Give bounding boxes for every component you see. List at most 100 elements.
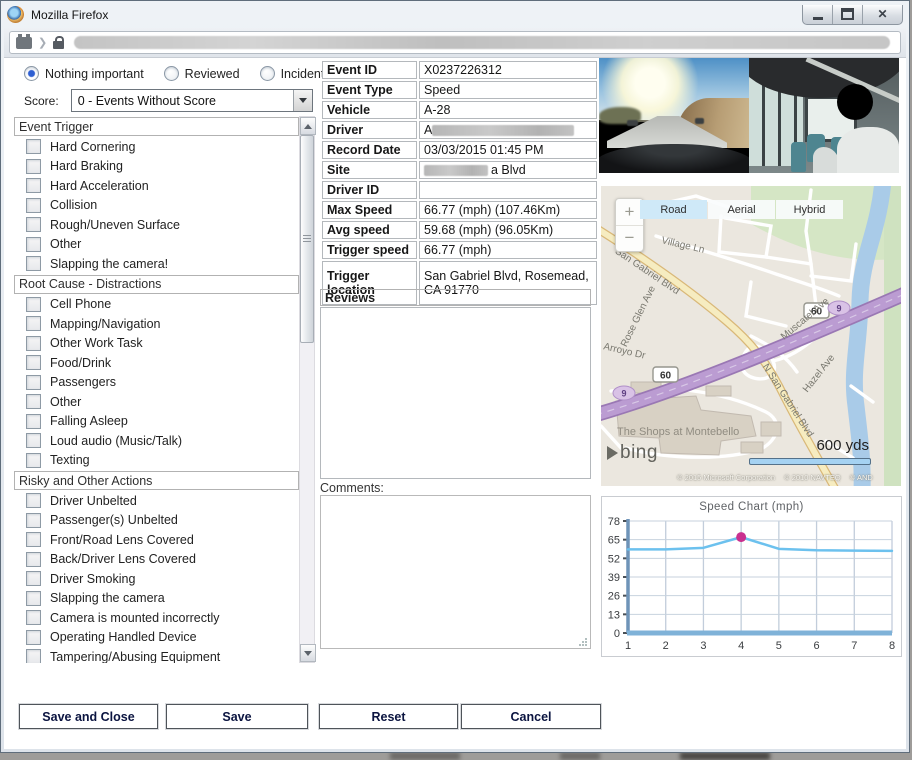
scrollbar-thumb[interactable] xyxy=(300,135,314,343)
check-cell-phone[interactable]: Cell Phone xyxy=(14,295,299,315)
table-row: Driver A xyxy=(322,121,597,139)
checkbox-icon[interactable] xyxy=(26,433,41,448)
checkbox-icon[interactable] xyxy=(26,375,41,390)
checkbox-icon[interactable] xyxy=(26,610,41,625)
check-food-drink[interactable]: Food/Drink xyxy=(14,353,299,373)
check-tampering-equipment[interactable]: Tampering/Abusing Equipment xyxy=(14,647,299,663)
checkbox-icon[interactable] xyxy=(26,237,41,252)
score-dropdown[interactable]: 0 - Events Without Score xyxy=(71,89,313,112)
checkbox-icon[interactable] xyxy=(26,414,41,429)
camera-driver-view[interactable] xyxy=(749,58,899,173)
redacted-text xyxy=(424,165,488,176)
check-back-lens-covered[interactable]: Back/Driver Lens Covered xyxy=(14,550,299,570)
checkbox-icon[interactable] xyxy=(26,256,41,271)
desktop-background xyxy=(680,752,770,760)
checkbox-icon[interactable] xyxy=(26,394,41,409)
check-texting[interactable]: Texting xyxy=(14,451,299,471)
checkbox-icon[interactable] xyxy=(26,571,41,586)
check-passengers-unbelted[interactable]: Passenger(s) Unbelted xyxy=(14,511,299,531)
checkbox-icon[interactable] xyxy=(26,513,41,528)
save-button[interactable]: Save xyxy=(166,704,308,729)
site-name-suffix: a Blvd xyxy=(491,163,526,177)
thumb-grip xyxy=(303,235,311,242)
svg-text:13: 13 xyxy=(608,609,620,621)
svg-text:78: 78 xyxy=(608,516,620,528)
poi-label: The Shops at Montebello xyxy=(617,426,739,438)
arrow-up-icon xyxy=(304,124,312,129)
comments-textarea[interactable] xyxy=(320,495,591,649)
radio-label[interactable]: Nothing important xyxy=(45,67,144,81)
radio-icon[interactable] xyxy=(24,66,39,81)
checkbox-icon[interactable] xyxy=(26,316,41,331)
maximize-button[interactable] xyxy=(833,5,863,24)
bing-map[interactable]: 60 60 9 9 Village Ln San Gabriel Blvd Ro… xyxy=(601,186,901,486)
checkbox-icon[interactable] xyxy=(26,159,41,174)
save-and-close-button[interactable]: Save and Close xyxy=(19,704,158,729)
checkbox-icon[interactable] xyxy=(26,493,41,508)
map-view-hybrid[interactable]: Hybrid xyxy=(776,200,843,219)
speed-chart: 013263952657812345678 xyxy=(602,515,900,655)
checkbox-icon[interactable] xyxy=(26,630,41,645)
map-view-aerial[interactable]: Aerial xyxy=(708,200,775,219)
svg-text:60: 60 xyxy=(660,371,672,382)
bing-logo[interactable]: bing xyxy=(607,442,658,464)
check-front-lens-covered[interactable]: Front/Road Lens Covered xyxy=(14,530,299,550)
url-bar[interactable]: ❯ xyxy=(9,31,901,54)
check-operating-handled-device[interactable]: Operating Handled Device xyxy=(14,628,299,648)
check-slapping-camera[interactable]: Slapping the camera xyxy=(14,589,299,609)
check-other-distraction[interactable]: Other xyxy=(14,392,299,412)
reset-button[interactable]: Reset xyxy=(319,704,458,729)
check-driver-unbelted[interactable]: Driver Unbelted xyxy=(14,491,299,511)
radio-icon[interactable] xyxy=(260,66,275,81)
resize-grip-icon[interactable] xyxy=(579,637,588,646)
check-camera-mounted-incorrectly[interactable]: Camera is mounted incorrectly xyxy=(14,608,299,628)
check-mapping-navigation[interactable]: Mapping/Navigation xyxy=(14,314,299,334)
checkbox-icon[interactable] xyxy=(26,297,41,312)
driver-name-prefix: A xyxy=(424,123,432,137)
checkbox-icon[interactable] xyxy=(26,591,41,606)
close-button[interactable]: ✕ xyxy=(863,5,902,24)
checkbox-icon[interactable] xyxy=(26,552,41,567)
checkbox-icon[interactable] xyxy=(26,217,41,232)
checkbox-icon[interactable] xyxy=(26,355,41,370)
zoom-in-button[interactable]: + xyxy=(616,199,643,226)
radio-incident[interactable]: Incident xyxy=(260,66,325,81)
check-loud-audio[interactable]: Loud audio (Music/Talk) xyxy=(14,431,299,451)
check-driver-smoking[interactable]: Driver Smoking xyxy=(14,569,299,589)
check-collision[interactable]: Collision xyxy=(14,196,299,216)
checklist-scrollbar[interactable] xyxy=(299,116,315,663)
zoom-out-button[interactable]: − xyxy=(616,226,643,252)
checkbox-icon[interactable] xyxy=(26,453,41,468)
check-hard-acceleration[interactable]: Hard Acceleration xyxy=(14,176,299,196)
checkbox-icon[interactable] xyxy=(26,336,41,351)
radio-label[interactable]: Incident xyxy=(281,67,325,81)
check-hard-cornering[interactable]: Hard Cornering xyxy=(14,137,299,157)
camera-front-view[interactable] xyxy=(599,58,749,173)
check-other-trigger[interactable]: Other xyxy=(14,235,299,255)
map-view-road[interactable]: Road xyxy=(640,200,707,219)
check-slapping-camera-trigger[interactable]: Slapping the camera! xyxy=(14,254,299,274)
title-bar[interactable]: Mozilla Firefox ✕ xyxy=(4,1,906,28)
check-falling-asleep[interactable]: Falling Asleep xyxy=(14,412,299,432)
radio-nothing-important[interactable]: Nothing important xyxy=(24,66,144,81)
checkbox-icon[interactable] xyxy=(26,198,41,213)
check-hard-braking[interactable]: Hard Braking xyxy=(14,157,299,177)
check-passengers[interactable]: Passengers xyxy=(14,373,299,393)
checkbox-icon[interactable] xyxy=(26,178,41,193)
scroll-up-button[interactable] xyxy=(300,117,316,135)
cancel-button[interactable]: Cancel xyxy=(461,704,601,729)
check-rough-surface[interactable]: Rough/Uneven Surface xyxy=(14,215,299,235)
dropdown-button[interactable] xyxy=(293,90,312,111)
checkbox-icon[interactable] xyxy=(26,649,41,663)
vehicle xyxy=(695,118,704,124)
checkbox-icon[interactable] xyxy=(26,139,41,154)
radio-reviewed[interactable]: Reviewed xyxy=(164,66,240,81)
checkbox-icon[interactable] xyxy=(26,532,41,547)
check-other-work-task[interactable]: Other Work Task xyxy=(14,334,299,354)
table-row: Site a Blvd xyxy=(322,161,597,179)
radio-label[interactable]: Reviewed xyxy=(185,67,240,81)
radio-icon[interactable] xyxy=(164,66,179,81)
event-checklist: Event Trigger Hard Cornering Hard Brakin… xyxy=(14,116,299,663)
minimize-button[interactable] xyxy=(803,5,833,24)
scroll-down-button[interactable] xyxy=(300,644,316,662)
